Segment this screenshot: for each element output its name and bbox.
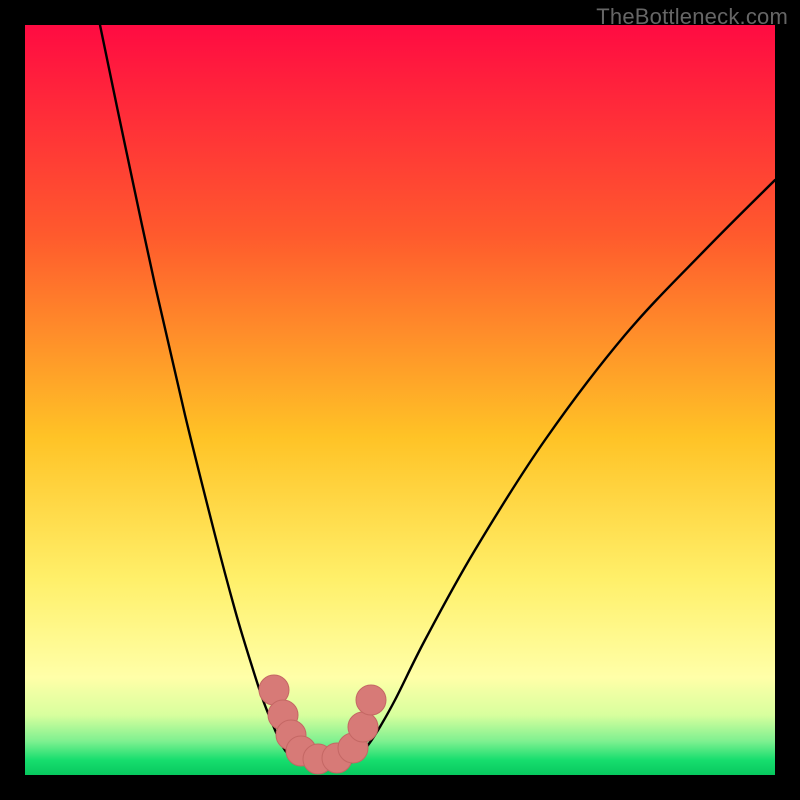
plot-area [25,25,775,775]
chart-frame: TheBottleneck.com [0,0,800,800]
curve-marker [348,712,378,742]
watermark-text: TheBottleneck.com [596,4,788,30]
chart-svg [25,25,775,775]
gradient-bg [25,25,775,775]
curve-marker [356,685,386,715]
